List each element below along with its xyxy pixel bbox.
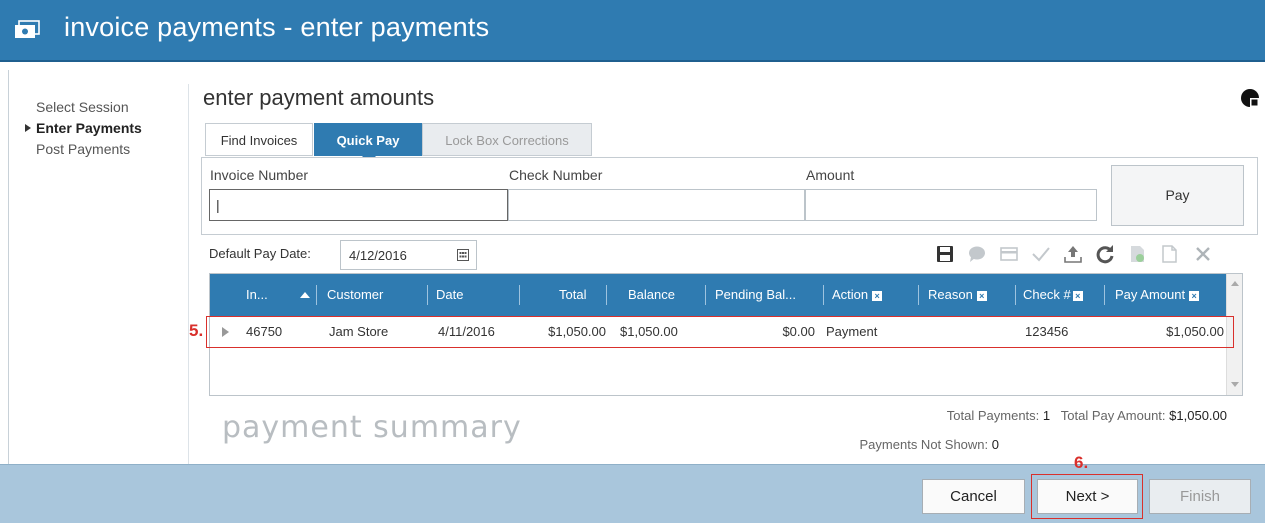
- finish-button: Finish: [1149, 479, 1251, 514]
- column-header-check-number[interactable]: Check # ×: [1023, 274, 1083, 316]
- payments-not-shown-value: 0: [991, 437, 999, 452]
- row-annotation-box: [206, 316, 1234, 348]
- comment-icon[interactable]: [966, 243, 988, 265]
- column-header-label: Pay Amount: [1115, 287, 1186, 302]
- tab-quick-pay[interactable]: Quick Pay: [314, 123, 422, 163]
- column-header-pay-amount[interactable]: Pay Amount ×: [1115, 274, 1200, 316]
- total-pay-amount-value: $1,050.00: [1169, 408, 1227, 423]
- invoice-number-label: Invoice Number: [210, 167, 309, 183]
- sort-ascending-icon[interactable]: [300, 292, 310, 298]
- invoice-number-input[interactable]: |: [209, 189, 508, 221]
- upload-icon[interactable]: [1062, 243, 1084, 265]
- copy-icon[interactable]: [1158, 243, 1180, 265]
- default-pay-date-input[interactable]: 4/12/2016: [340, 240, 477, 270]
- step-label: Select Session: [36, 99, 129, 115]
- column-separator: [705, 285, 706, 305]
- payment-summary-title: payment summary: [222, 410, 522, 445]
- column-header-reason[interactable]: Reason ×: [928, 274, 987, 316]
- check-number-input[interactable]: [508, 189, 805, 221]
- save-icon[interactable]: [934, 243, 956, 265]
- refresh-icon[interactable]: [1094, 243, 1116, 265]
- check-icon[interactable]: [1030, 243, 1052, 265]
- total-payments-label: Total Payments:: [946, 408, 1040, 423]
- payments-icon: [15, 20, 40, 38]
- filter-icon[interactable]: ×: [872, 290, 883, 301]
- column-separator: [519, 285, 520, 305]
- summary-totals: Total Payments: 1 Total Pay Amount: $1,0…: [800, 408, 1227, 423]
- window-title: invoice payments - enter payments: [64, 12, 490, 42]
- filter-icon[interactable]: ×: [1072, 290, 1083, 301]
- total-pay-amount-label: Total Pay Amount:: [1060, 408, 1166, 423]
- filter-icon[interactable]: ×: [1189, 290, 1200, 301]
- cancel-button[interactable]: Cancel: [922, 479, 1025, 514]
- amount-input[interactable]: [805, 189, 1097, 221]
- filter-icon[interactable]: ×: [976, 290, 987, 301]
- default-pay-date-label: Default Pay Date:: [209, 246, 311, 261]
- scroll-up-icon[interactable]: [1231, 281, 1239, 286]
- column-separator: [1104, 285, 1105, 305]
- wizard-steps: Select Session Enter Payments Post Payme…: [25, 99, 142, 162]
- payments-not-shown-label: Payments Not Shown:: [859, 437, 989, 452]
- summary-not-shown: Payments Not Shown: 0: [800, 437, 999, 452]
- column-header-pending-balance[interactable]: Pending Bal...: [715, 274, 796, 316]
- current-step-arrow-icon: [25, 124, 31, 132]
- pay-button-label: Pay: [1165, 187, 1190, 203]
- column-separator: [1015, 285, 1016, 305]
- check-number-label: Check Number: [509, 167, 603, 183]
- column-header-label: Action: [832, 287, 869, 302]
- default-pay-date-value: 4/12/2016: [349, 248, 407, 263]
- step-label: Enter Payments: [36, 120, 142, 136]
- column-header-customer[interactable]: Customer: [327, 274, 383, 316]
- section-title: enter payment amounts: [203, 85, 435, 110]
- tab-find-invoices[interactable]: Find Invoices: [205, 123, 313, 156]
- tab-lock-box-corrections: Lock Box Corrections: [422, 123, 592, 156]
- calendar-icon[interactable]: [457, 249, 469, 261]
- next-annotation-box: [1031, 474, 1143, 519]
- quick-pay-panel: Invoice Number Check Number Amount | Pay: [201, 157, 1258, 235]
- column-separator: [918, 285, 919, 305]
- scroll-down-icon[interactable]: [1231, 382, 1239, 387]
- column-header-date[interactable]: Date: [436, 274, 463, 316]
- annotation-step-6: 6.: [1074, 453, 1089, 472]
- grid-header: In... Customer Date Total Balance Pendin…: [210, 274, 1226, 316]
- total-payments-value: 1: [1042, 408, 1051, 423]
- column-separator: [427, 285, 428, 305]
- invoice-number-value: |: [216, 197, 220, 213]
- column-header-action[interactable]: Action ×: [832, 274, 883, 316]
- step-label: Post Payments: [36, 141, 131, 157]
- column-header-label: Reason: [928, 287, 973, 302]
- amount-label: Amount: [806, 167, 855, 183]
- grid-toolbar: [934, 243, 1244, 267]
- step-select-session[interactable]: Select Session: [36, 99, 142, 120]
- title-bar: invoice payments - enter payments: [0, 0, 1265, 62]
- column-header-invoice[interactable]: In...: [246, 274, 268, 316]
- help-icon[interactable]: [1240, 88, 1260, 108]
- sidebar-divider: [188, 84, 189, 464]
- export-icon[interactable]: [1126, 243, 1148, 265]
- column-separator: [823, 285, 824, 305]
- column-separator: [606, 285, 607, 305]
- content-area: [8, 70, 1265, 464]
- delete-icon[interactable]: [1192, 243, 1214, 265]
- annotation-step-5: 5.: [189, 321, 204, 340]
- pay-button[interactable]: Pay: [1111, 165, 1244, 226]
- step-enter-payments[interactable]: Enter Payments: [25, 120, 142, 141]
- column-separator: [316, 285, 317, 305]
- column-header-balance[interactable]: Balance: [628, 274, 675, 316]
- column-header-total[interactable]: Total: [559, 274, 586, 316]
- column-header-label: Check #: [1023, 287, 1071, 302]
- card-icon[interactable]: [998, 243, 1020, 265]
- step-post-payments[interactable]: Post Payments: [36, 141, 142, 162]
